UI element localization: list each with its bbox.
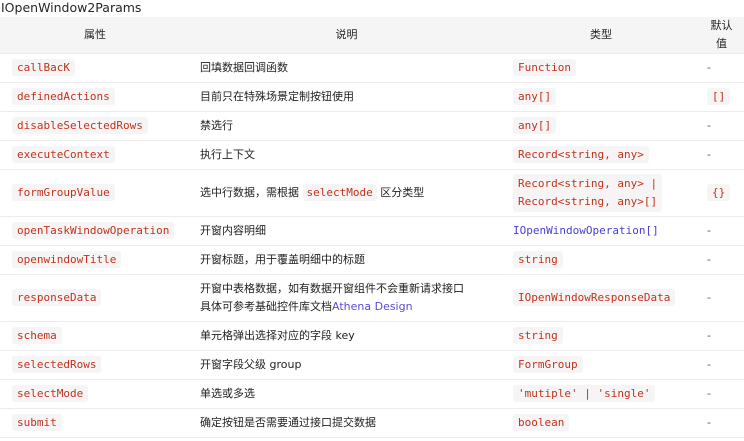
table-row: executeContext 执行上下文 Record<string, any>…: [0, 140, 744, 170]
table-row: openTaskWindowOperation 开窗内容明细 IOpenWind…: [0, 216, 744, 246]
prop-type: string: [513, 251, 563, 268]
prop-name: schema: [12, 327, 62, 344]
inline-code: selectMode: [302, 184, 377, 201]
prop-default: -: [699, 140, 744, 170]
prop-description: 目前只在特殊场景定制按钮使用: [190, 82, 503, 112]
header-default: 默认值: [699, 17, 744, 54]
prop-default: []: [707, 88, 731, 105]
table-row: responseData 开窗中表格数据，如有数据开窗组件不会重新请求接口 具体…: [0, 274, 744, 322]
prop-default: -: [699, 350, 744, 380]
prop-name: submit: [12, 414, 62, 431]
prop-name: executeContext: [12, 146, 115, 163]
prop-default: -: [699, 321, 744, 351]
prop-type: Record<string, any>: [513, 146, 649, 163]
prop-description: 回填数据回调函数: [190, 53, 503, 83]
prop-type: string: [513, 327, 563, 344]
page-title: IOpenWindow2Params: [1, 0, 142, 15]
prop-description: 禁选行: [190, 111, 503, 141]
prop-description: 开窗字段父级 group: [190, 350, 503, 380]
prop-name: definedActions: [12, 88, 115, 105]
table-row: openwindowTitle 开窗标题，用于覆盖明细中的标题 string -: [0, 245, 744, 275]
athena-design-link[interactable]: Athena Design: [332, 300, 413, 313]
table-row: disableSelectedRows 禁选行 any[] -: [0, 111, 744, 141]
prop-default: -: [699, 53, 744, 83]
table-row: selectedRows 开窗字段父级 group FormGroup -: [0, 350, 744, 380]
table-row: schema 单元格弹出选择对应的字段 key string -: [0, 321, 744, 351]
prop-type: Function: [513, 59, 576, 76]
prop-type: boolean: [513, 414, 570, 431]
prop-type: Record<string, any> | Record<string, any…: [513, 174, 663, 212]
prop-name: callBacK: [12, 59, 75, 76]
prop-type: IOpenWindowResponseData: [513, 289, 676, 306]
prop-description: 开窗标题，用于覆盖明细中的标题: [190, 245, 503, 275]
prop-name: responseData: [12, 289, 102, 306]
prop-type: any[]: [513, 117, 557, 134]
table-header-row: 属性 说明 类型 默认值: [0, 17, 744, 54]
prop-name: disableSelectedRows: [12, 117, 148, 134]
prop-description: 开窗内容明细: [190, 216, 503, 246]
table-row: definedActions 目前只在特殊场景定制按钮使用 any[] []: [0, 82, 744, 112]
prop-description: 确定按钮是否需要通过接口提交数据: [190, 408, 503, 438]
prop-default: -: [699, 408, 744, 438]
type-line: Record<string, any>[]: [518, 195, 658, 208]
prop-name: openwindowTitle: [12, 251, 122, 268]
header-description: 说明: [190, 17, 503, 54]
prop-default: -: [699, 379, 744, 409]
desc-text: 具体可参考基础控件库文档: [200, 300, 332, 313]
prop-default: -: [699, 111, 744, 141]
prop-default: -: [699, 245, 744, 275]
prop-default: -: [699, 274, 744, 322]
table-row: callBacK 回填数据回调函数 Function -: [0, 53, 744, 83]
header-type: 类型: [503, 17, 699, 54]
table-row: formGroupValue 选中行数据，需根据 selectMode 区分类型…: [0, 169, 744, 217]
table-row: submit 确定按钮是否需要通过接口提交数据 boolean -: [0, 408, 744, 438]
prop-description: 单元格弹出选择对应的字段 key: [190, 321, 503, 351]
prop-name: openTaskWindowOperation: [12, 222, 175, 239]
type-line: Record<string, any> |: [518, 177, 658, 190]
params-table: 属性 说明 类型 默认值 callBacK 回填数据回调函数 Function …: [0, 17, 744, 438]
desc-text: 选中行数据，需根据: [200, 186, 299, 199]
prop-type: 'mutiple' | 'single': [513, 385, 656, 402]
prop-type-link[interactable]: IOpenWindowOperation[]: [513, 224, 659, 237]
prop-description: 开窗中表格数据，如有数据开窗组件不会重新请求接口 具体可参考基础控件库文档Ath…: [190, 274, 503, 322]
prop-description: 选中行数据，需根据 selectMode 区分类型: [190, 169, 503, 217]
prop-type: any[]: [513, 88, 557, 105]
desc-text: 开窗中表格数据，如有数据开窗组件不会重新请求接口: [200, 282, 464, 295]
header-property: 属性: [0, 17, 190, 54]
table-row: selectMode 单选或多选 'mutiple' | 'single' -: [0, 379, 744, 409]
prop-name: formGroupValue: [12, 184, 115, 201]
prop-description: 单选或多选: [190, 379, 503, 409]
prop-name: selectedRows: [12, 356, 102, 373]
prop-name: selectMode: [12, 385, 89, 402]
prop-description: 执行上下文: [190, 140, 503, 170]
desc-text: 区分类型: [380, 186, 425, 199]
prop-default: {}: [707, 184, 731, 201]
prop-default: -: [699, 216, 744, 246]
prop-type: FormGroup: [513, 356, 583, 373]
